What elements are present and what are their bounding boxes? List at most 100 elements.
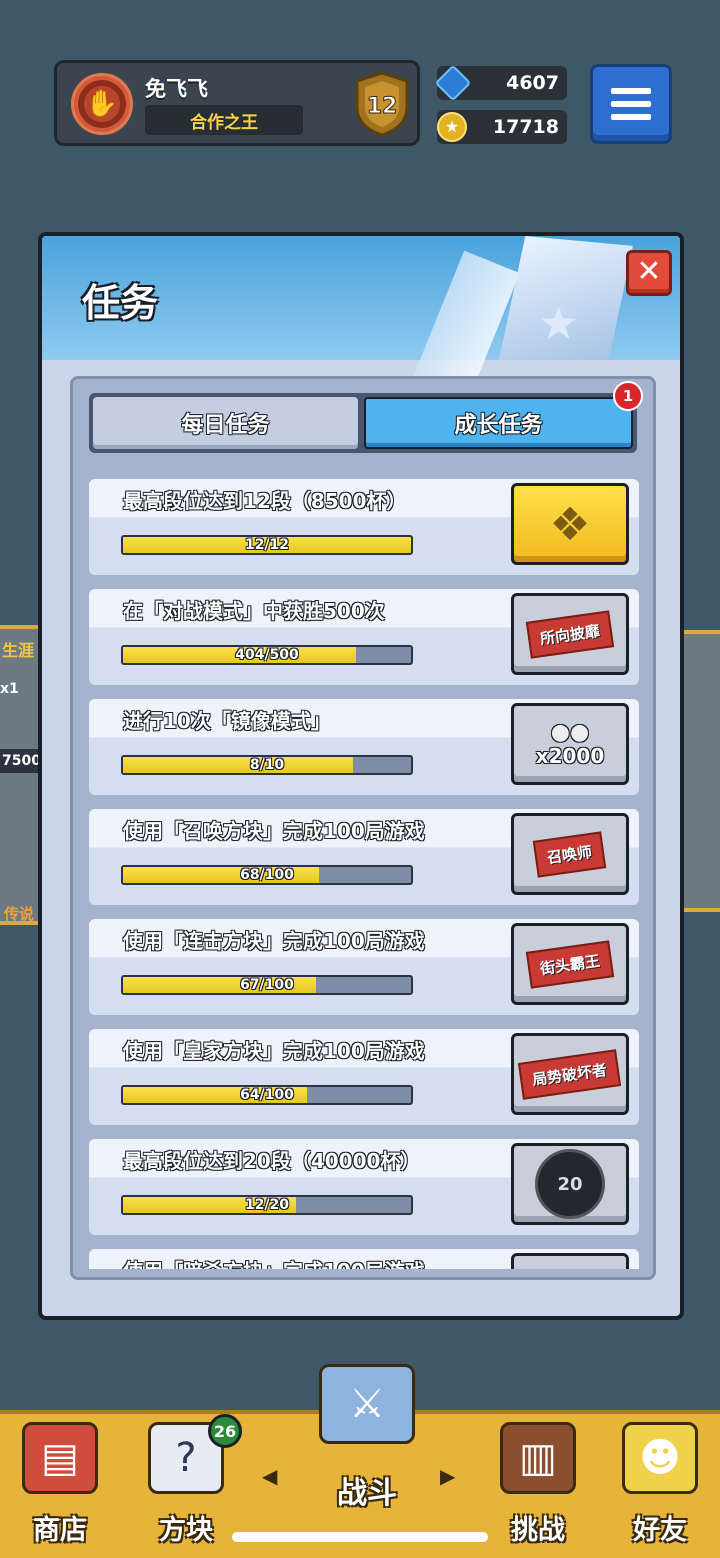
shop-icon: ▤ xyxy=(22,1422,98,1494)
menu-icon-line xyxy=(611,88,651,94)
home-indicator[interactable] xyxy=(232,1532,488,1542)
nav-battle[interactable]: ⚔ 战斗 xyxy=(300,1364,434,1512)
menu-button[interactable] xyxy=(590,64,672,144)
nav-shop[interactable]: ▤ 商店 xyxy=(0,1414,120,1558)
friends-icon: ☻ xyxy=(622,1422,698,1494)
nav-blocks[interactable]: ? 26 方块 xyxy=(126,1414,246,1558)
close-button[interactable]: ✕ xyxy=(626,250,672,296)
chevron-left-icon: ◀ xyxy=(262,1464,278,1488)
side-panel-right xyxy=(682,630,720,912)
progress-label: 67/100 xyxy=(240,977,294,993)
task-description: 进行10次「镜像模式」 xyxy=(123,709,331,733)
nav-challenge[interactable]: ▥ 挑战 xyxy=(478,1414,598,1558)
task-description: 最高段位达到12段（8500杯） xyxy=(123,489,407,513)
gem-counter[interactable]: 4607 xyxy=(434,64,567,102)
side-label-multiplier: x1 xyxy=(0,681,19,697)
progress-label: 64/100 xyxy=(240,1087,294,1103)
rank-badge[interactable]: 12 xyxy=(349,71,415,137)
task-item: 最高段位达到12段（8500杯） 12/12 ❖ xyxy=(89,479,639,575)
tasks-panel: 每日任务 成长任务 1 最高段位达到12段（8500杯） 12/12 ❖ 在「对… xyxy=(70,376,656,1280)
side-label-legend: 传说 xyxy=(4,905,35,923)
side-panel-left: 生涯 x1 7500 传说 xyxy=(0,625,43,925)
task-description: 使用「暗杀方块」完成100局游戏 xyxy=(123,1255,425,1269)
player-title: 合作之王 xyxy=(145,105,303,135)
nav-label: 好友 xyxy=(633,1515,687,1546)
task-item: 使用「皇家方块」完成100局游戏 64/100 局势破坏者 xyxy=(89,1029,639,1125)
avatar[interactable]: ✋ xyxy=(71,73,133,135)
progress-bar: 64/100 xyxy=(121,1085,413,1105)
reward-coins: ●● x2000 xyxy=(535,719,605,769)
task-item: 在「对战模式」中获胜500次 404/500 所向披靡 xyxy=(89,589,639,685)
nav-label: 商店 xyxy=(33,1515,87,1546)
progress-bar: 12/12 xyxy=(121,535,413,555)
coins-icon: ●● xyxy=(550,719,590,745)
star-icon: ★ xyxy=(538,296,580,350)
modal-title: 任务 xyxy=(82,281,159,325)
task-list[interactable]: 最高段位达到12段（8500杯） 12/12 ❖ 在「对战模式」中获胜500次 … xyxy=(89,479,639,1269)
coin-amount: 17718 xyxy=(492,116,559,138)
progress-label: 404/500 xyxy=(235,647,299,663)
reward-title-tag: 街头霸王 xyxy=(525,939,615,989)
task-description: 使用「皇家方块」完成100局游戏 xyxy=(123,1039,425,1063)
gem-icon xyxy=(434,64,472,102)
task-description: 使用「召唤方块」完成100局游戏 xyxy=(123,819,425,843)
rank-number: 12 xyxy=(367,94,398,119)
rank-emblem-icon: 20 xyxy=(535,1149,605,1219)
coin-icon: ★ xyxy=(437,112,467,142)
reward-title-tag: 局势破坏者 xyxy=(518,1048,622,1100)
task-item: 最高段位达到20段（40000杯） 12/20 20 xyxy=(89,1139,639,1235)
player-name: 免飞飞 xyxy=(145,77,208,101)
progress-label: 12/12 xyxy=(244,537,290,553)
reward-button[interactable]: 所向披靡 xyxy=(511,593,629,675)
progress-bar: 404/500 xyxy=(121,645,413,665)
task-item: 使用「暗杀方块」完成100局游戏 xyxy=(89,1249,639,1269)
side-label-value: 7500 xyxy=(0,749,43,773)
reward-button[interactable]: 局势破坏者 xyxy=(511,1033,629,1115)
claim-reward-button[interactable]: ❖ xyxy=(511,483,629,565)
reward-button[interactable]: 召唤师 xyxy=(511,813,629,895)
notification-badge: 1 xyxy=(613,381,643,411)
menu-icon-line xyxy=(611,101,651,107)
tab-growth-tasks[interactable]: 成长任务 1 xyxy=(364,381,643,449)
reward-title-tag: 所向披靡 xyxy=(525,609,615,659)
side-label-career: 生涯 xyxy=(2,641,35,660)
tab-label: 成长任务 xyxy=(454,413,543,438)
progress-label: 68/100 xyxy=(240,867,294,883)
challenge-icon: ▥ xyxy=(500,1422,576,1494)
chevron-right-icon: ▶ xyxy=(440,1464,456,1488)
progress-bar: 67/100 xyxy=(121,975,413,995)
handshake-icon: ✋ xyxy=(85,89,119,119)
nav-label: 挑战 xyxy=(511,1515,565,1546)
reward-amount: x2000 xyxy=(535,744,605,769)
task-tabs: 每日任务 成长任务 1 xyxy=(89,381,643,453)
progress-bar: 12/20 xyxy=(121,1195,413,1215)
player-profile[interactable]: ✋ 免飞飞 合作之王 12 xyxy=(54,60,420,146)
nav-label: 方块 xyxy=(159,1515,213,1546)
battle-icon: ⚔ xyxy=(319,1364,415,1444)
reward-button[interactable]: 街头霸王 xyxy=(511,923,629,1005)
progress-bar: 8/10 xyxy=(121,755,413,775)
task-description: 在「对战模式」中获胜500次 xyxy=(123,599,385,623)
nav-friends[interactable]: ☻ 好友 xyxy=(600,1414,720,1558)
task-item: 使用「召唤方块」完成100局游戏 68/100 召唤师 xyxy=(89,809,639,905)
progress-bar: 68/100 xyxy=(121,865,413,885)
nav-label: 战斗 xyxy=(337,1476,397,1511)
progress-label: 12/20 xyxy=(244,1197,290,1213)
task-description: 最高段位达到20段（40000杯） xyxy=(123,1149,421,1173)
notification-badge: 26 xyxy=(208,1414,242,1448)
reward-title-tag: 召唤师 xyxy=(533,830,607,878)
reward-button[interactable]: ●● x2000 xyxy=(511,703,629,785)
coin-counter[interactable]: ★ 17718 xyxy=(437,110,567,144)
reward-button[interactable] xyxy=(511,1253,629,1269)
gem-amount: 4607 xyxy=(506,72,559,94)
menu-icon-line xyxy=(611,114,651,120)
tab-daily-tasks[interactable]: 每日任务 xyxy=(93,397,358,449)
task-description: 使用「连击方块」完成100局游戏 xyxy=(123,929,425,953)
rank-shield-icon: 12 xyxy=(355,71,409,137)
tasks-modal: ★ 任务 ✕ 每日任务 成长任务 1 最高段位达到12段（8500杯） 12/1… xyxy=(38,232,684,1320)
progress-label: 8/10 xyxy=(249,757,285,773)
tab-label: 每日任务 xyxy=(181,413,270,438)
reward-button[interactable]: 20 xyxy=(511,1143,629,1225)
modal-header: ★ 任务 ✕ xyxy=(42,236,680,422)
chest-icon: ❖ xyxy=(549,497,591,551)
